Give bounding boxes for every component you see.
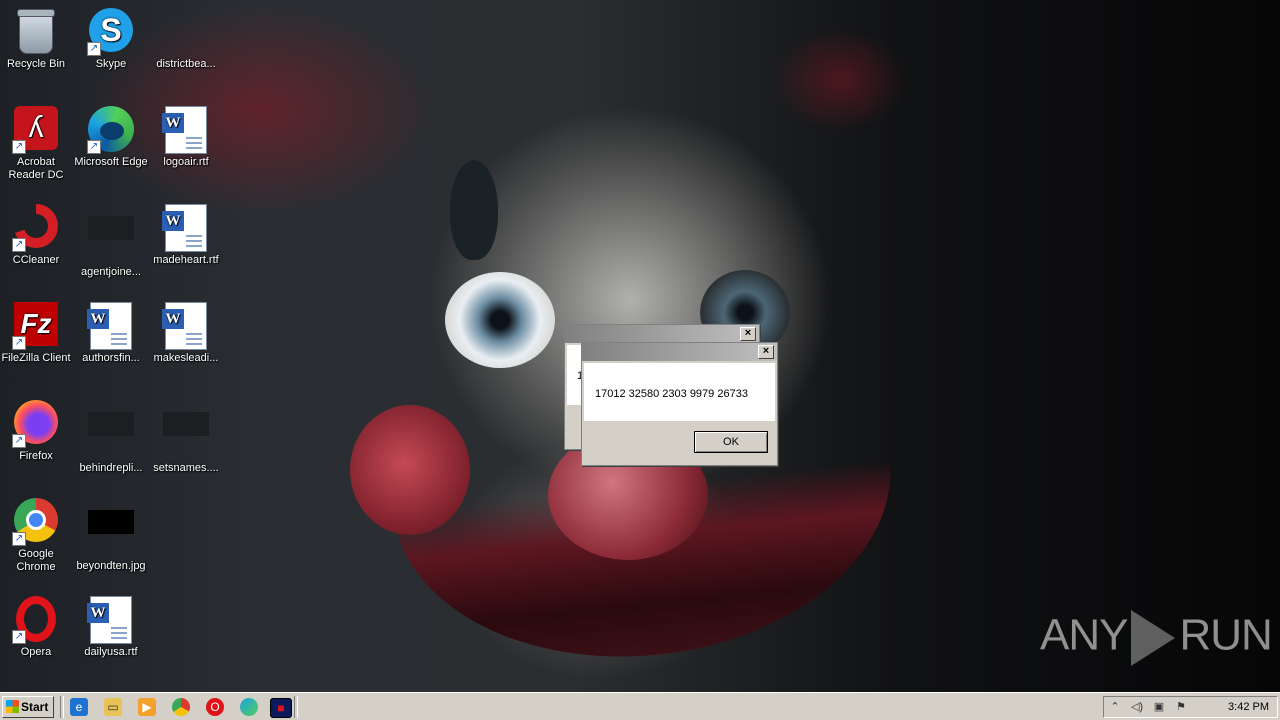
desktop-icon-agentjoine[interactable]: agentjoine... bbox=[73, 204, 149, 279]
desktop-icon-skype[interactable]: S ↗ Skype bbox=[73, 8, 149, 71]
shortcut-arrow-icon: ↗ bbox=[12, 140, 26, 154]
anyrun-watermark: ANY RUN bbox=[1040, 610, 1273, 666]
wallpaper-cheek bbox=[350, 405, 470, 535]
edge-icon[interactable] bbox=[240, 698, 258, 716]
word-doc-icon: W bbox=[162, 302, 210, 350]
word-doc-icon: W bbox=[162, 106, 210, 154]
icon-label: logoair.rtf bbox=[163, 156, 209, 168]
desktop-icon-setsnames[interactable]: setsnames.... bbox=[148, 400, 224, 475]
icon-label: agentjoine... bbox=[81, 266, 141, 278]
filezilla-icon: Fz ↗ bbox=[12, 302, 60, 350]
clock[interactable]: 3:42 PM bbox=[1228, 701, 1269, 713]
dialog-titlebar[interactable]: × bbox=[565, 325, 759, 343]
dialog-body: 17012 32580 2303 9979 26733 bbox=[584, 363, 775, 421]
image-file-icon bbox=[162, 412, 210, 460]
desktop-icon-edge[interactable]: ↗ Microsoft Edge bbox=[73, 106, 149, 169]
edge-icon: ↗ bbox=[87, 106, 135, 154]
blank-file-icon bbox=[87, 216, 135, 264]
opera-icon: ↗ bbox=[12, 596, 60, 644]
desktop-icon-dailyusa[interactable]: W dailyusa.rtf bbox=[73, 596, 149, 659]
ccleaner-icon: ↗ bbox=[12, 204, 60, 252]
icon-label: Google Chrome bbox=[16, 548, 56, 573]
icon-label: dailyusa.rtf bbox=[84, 646, 138, 658]
shortcut-arrow-icon: ↗ bbox=[87, 140, 101, 154]
dialog-message: 17012 32580 2303 9979 26733 bbox=[595, 388, 748, 400]
wallpaper-mouth bbox=[392, 459, 908, 681]
watermark-text-right: RUN bbox=[1179, 610, 1272, 660]
desktop-icon-logoair[interactable]: W logoair.rtf bbox=[148, 106, 224, 169]
desktop-icon-recycle-bin[interactable]: Recycle Bin bbox=[0, 8, 74, 71]
shortcut-arrow-icon: ↗ bbox=[12, 238, 26, 252]
folder-icon[interactable]: ▭ bbox=[104, 698, 122, 716]
jpg-thumbnail-icon bbox=[87, 510, 135, 558]
blank-file-icon bbox=[162, 8, 210, 56]
desktop-icon-authorsfin[interactable]: W authorsfin... bbox=[73, 302, 149, 365]
icon-label: Firefox bbox=[19, 450, 53, 462]
flag-icon[interactable]: ⚑ bbox=[1174, 700, 1188, 714]
icon-label: madeheart.rtf bbox=[153, 254, 219, 266]
icon-label: CCleaner bbox=[12, 254, 60, 266]
volume-icon[interactable]: ◁) bbox=[1130, 700, 1144, 714]
play-icon bbox=[1131, 610, 1176, 666]
desktop-icon-madeheart[interactable]: W madeheart.rtf bbox=[148, 204, 224, 267]
firefox-icon: ↗ bbox=[12, 400, 60, 448]
desktop-icon-beyondten[interactable]: beyondten.jpg bbox=[73, 498, 149, 573]
icon-label: FileZilla Client bbox=[1, 352, 71, 364]
desktop-icon-firefox[interactable]: ↗ Firefox bbox=[0, 400, 74, 463]
word-doc-icon: W bbox=[87, 596, 135, 644]
dialog-titlebar[interactable]: × bbox=[582, 343, 777, 361]
skype-icon: S ↗ bbox=[87, 8, 135, 56]
watermark-text-left: ANY bbox=[1040, 610, 1128, 660]
icon-label: Opera bbox=[20, 646, 52, 658]
desktop-icon-filezilla[interactable]: Fz ↗ FileZilla Client bbox=[0, 302, 74, 365]
chevron-up-icon[interactable]: ⌃ bbox=[1108, 700, 1122, 714]
desktop-icon-behindrepli[interactable]: behindrepli... bbox=[73, 400, 149, 475]
taskbar: Start e ▭ ▶ O ■ ⌃ ◁) ▣ ⚑ 3:42 PM bbox=[0, 692, 1280, 720]
start-button[interactable]: Start bbox=[2, 696, 54, 718]
word-doc-icon: W bbox=[87, 302, 135, 350]
icon-label: Microsoft Edge bbox=[74, 156, 148, 168]
chrome-icon: ↗ bbox=[12, 498, 60, 546]
shortcut-arrow-icon: ↗ bbox=[12, 630, 26, 644]
icon-label: Skype bbox=[95, 58, 127, 70]
app-window-icon[interactable]: ■ bbox=[270, 698, 292, 718]
desktop-icon-districtbea[interactable]: districtbea... bbox=[148, 8, 224, 71]
icon-label: districtbea... bbox=[156, 58, 216, 70]
icon-label: makesleadi... bbox=[153, 352, 219, 364]
close-button[interactable]: × bbox=[740, 327, 756, 341]
icon-label: Acrobat Reader DC bbox=[8, 156, 64, 181]
wallpaper-eye-mark bbox=[450, 160, 498, 260]
icon-label: authorsfin... bbox=[82, 352, 140, 364]
desktop-icon-chrome[interactable]: ↗ Google Chrome bbox=[0, 498, 74, 574]
windows-flag-icon bbox=[6, 700, 19, 713]
ok-button[interactable]: OK bbox=[694, 431, 768, 453]
system-tray: ⌃ ◁) ▣ ⚑ 3:42 PM bbox=[1103, 696, 1278, 718]
acrobat-icon: ʎ ↗ bbox=[12, 106, 60, 154]
icon-label: beyondten.jpg bbox=[76, 560, 146, 572]
chrome-icon[interactable] bbox=[172, 698, 190, 716]
icon-label: Recycle Bin bbox=[6, 58, 66, 70]
icon-label: behindrepli... bbox=[79, 462, 143, 474]
wallpaper-eye-left bbox=[445, 272, 555, 368]
shortcut-arrow-icon: ↗ bbox=[12, 336, 26, 350]
start-label: Start bbox=[21, 700, 49, 714]
shortcut-arrow-icon: ↗ bbox=[12, 434, 26, 448]
icon-label: setsnames.... bbox=[153, 462, 219, 474]
desktop-icon-acrobat[interactable]: ʎ ↗ Acrobat Reader DC bbox=[0, 106, 74, 182]
desktop-icon-opera[interactable]: ↗ Opera bbox=[0, 596, 74, 659]
desktop-icon-makesleadi[interactable]: W makesleadi... bbox=[148, 302, 224, 365]
desktop: Recycle Bin ʎ ↗ Acrobat Reader DC ↗ CClea… bbox=[0, 0, 1280, 692]
word-doc-icon: W bbox=[162, 204, 210, 252]
image-file-icon bbox=[87, 412, 135, 460]
ie-icon[interactable]: e bbox=[70, 698, 88, 716]
opera-icon[interactable]: O bbox=[206, 698, 224, 716]
recycle-bin-icon bbox=[12, 8, 60, 56]
close-button[interactable]: × bbox=[758, 345, 774, 359]
shortcut-arrow-icon: ↗ bbox=[12, 532, 26, 546]
shortcut-arrow-icon: ↗ bbox=[87, 42, 101, 56]
media-player-icon[interactable]: ▶ bbox=[138, 698, 156, 716]
desktop-icon-ccleaner[interactable]: ↗ CCleaner bbox=[0, 204, 74, 267]
message-dialog[interactable]: × 17012 32580 2303 9979 26733 OK bbox=[581, 342, 778, 466]
network-icon[interactable]: ▣ bbox=[1152, 700, 1166, 714]
